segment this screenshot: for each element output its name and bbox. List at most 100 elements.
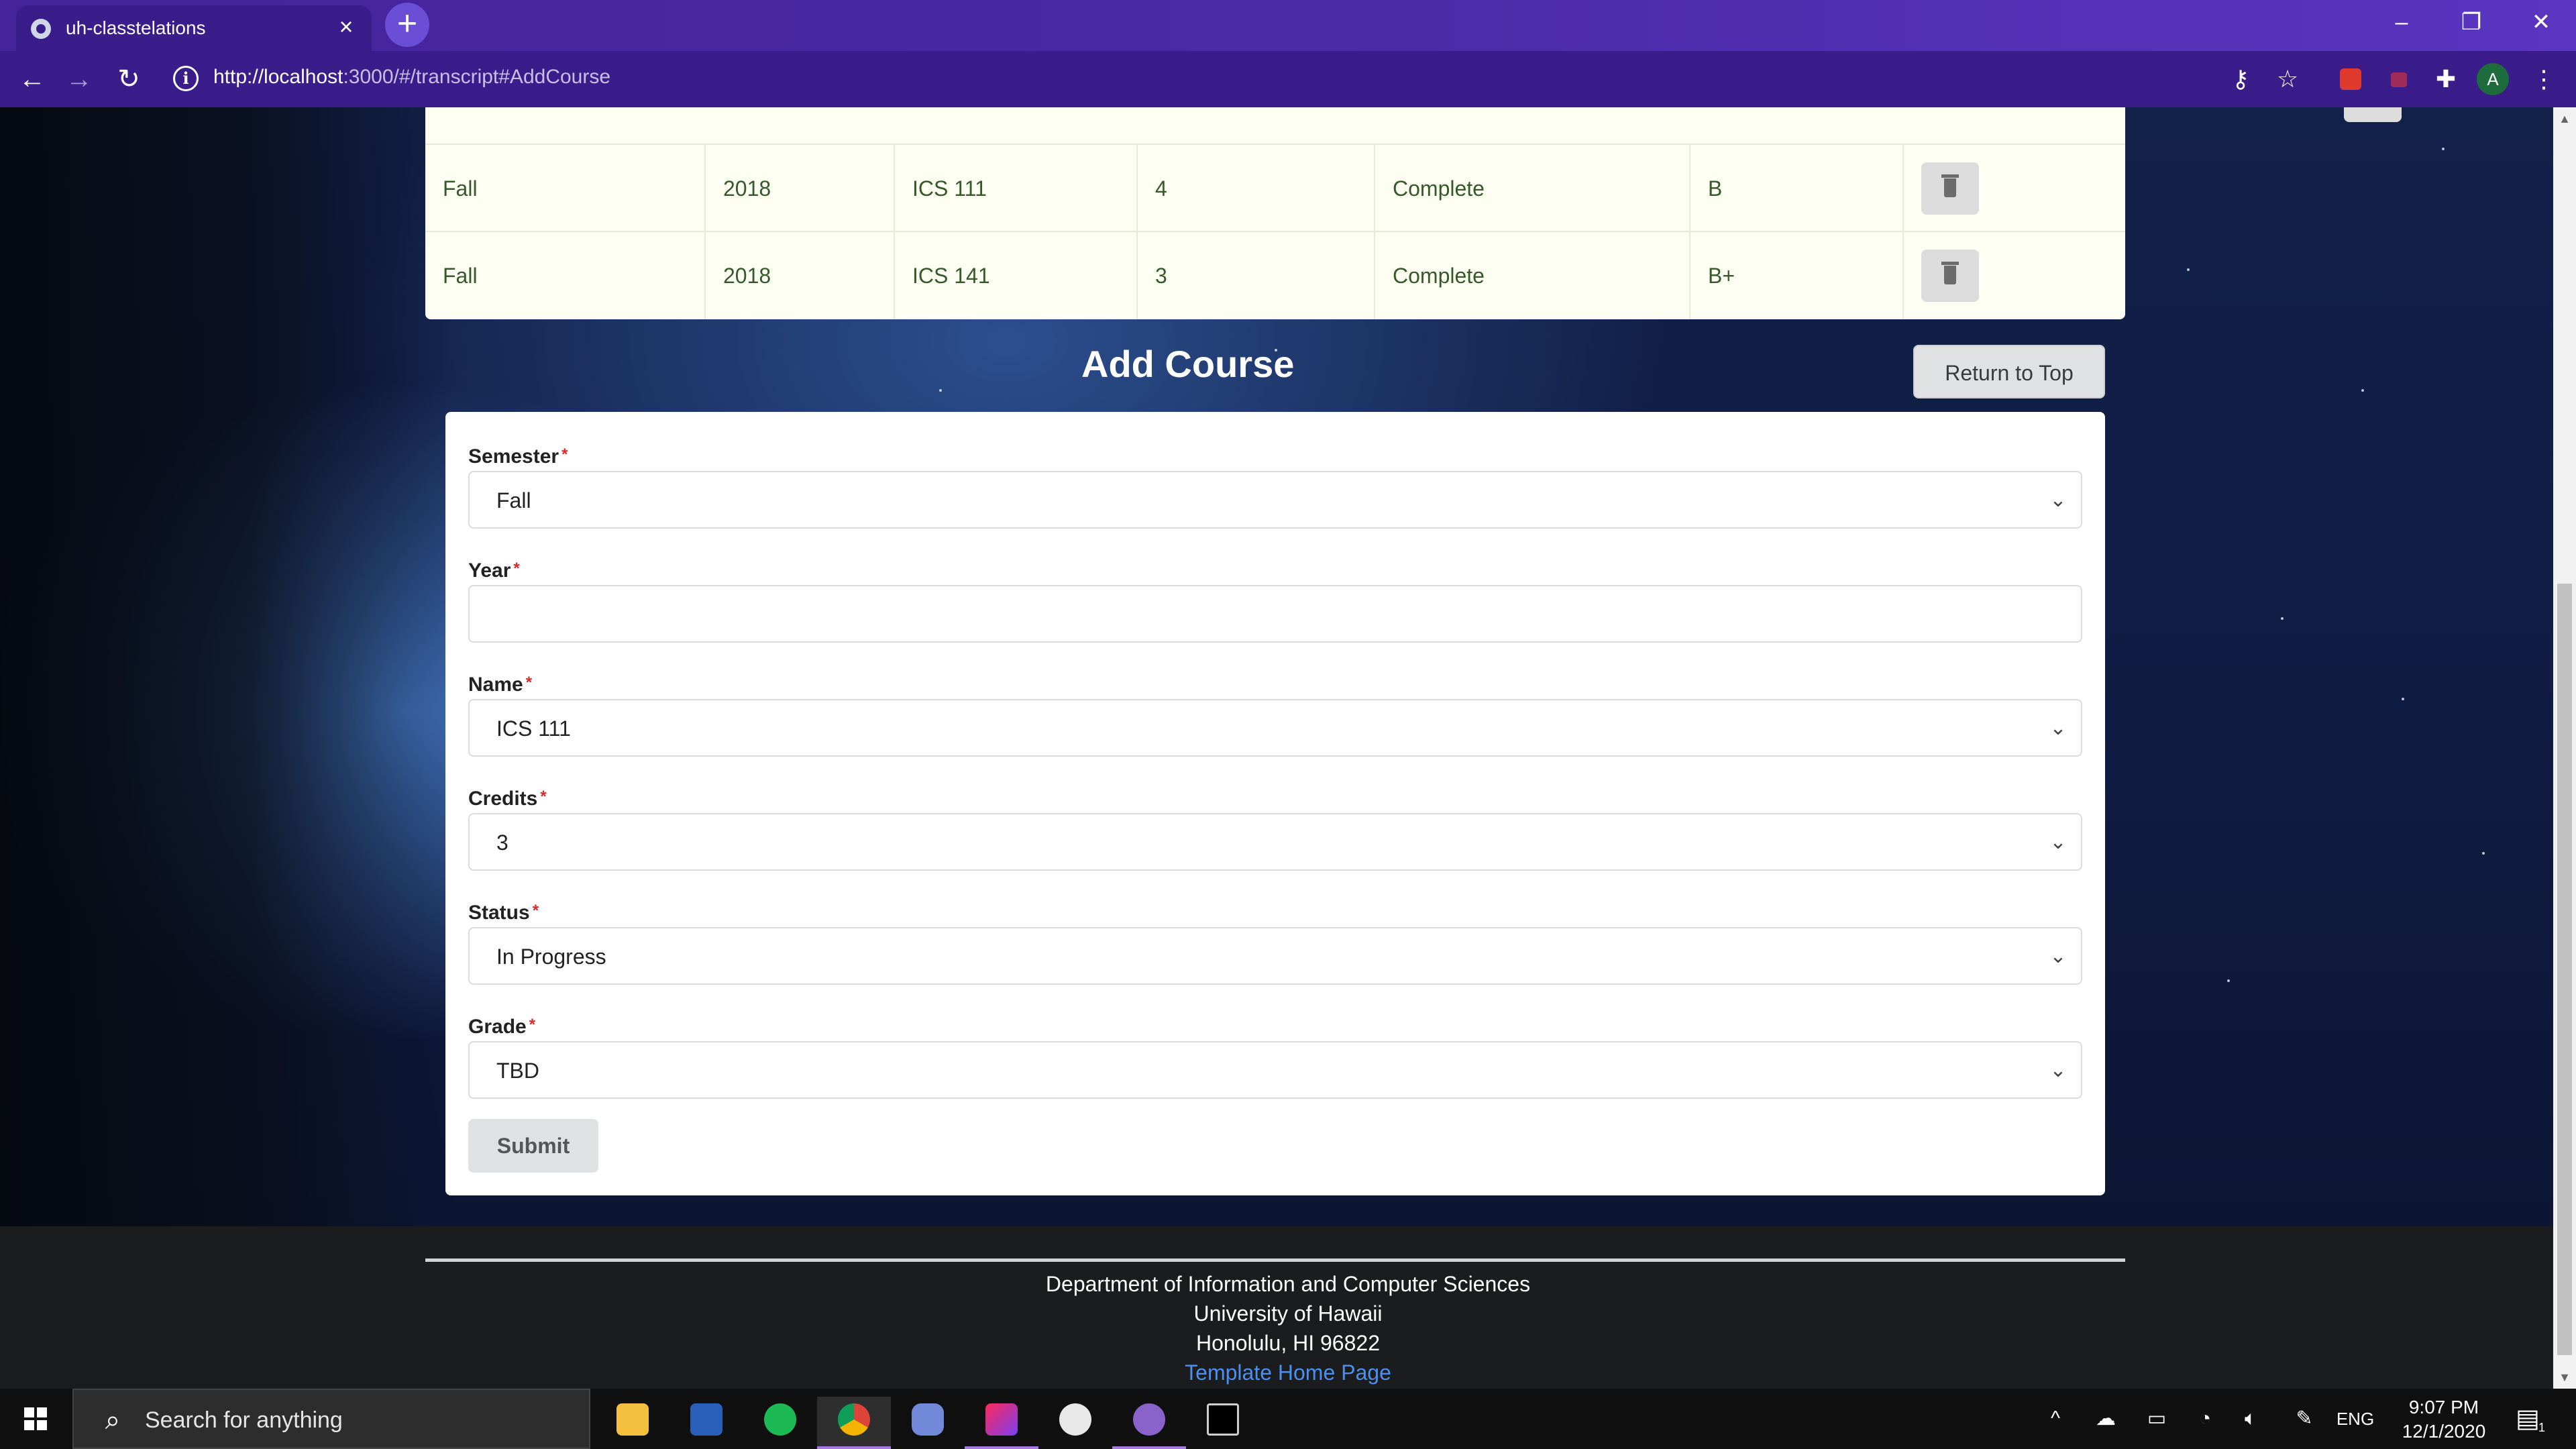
extension-icon[interactable] (2334, 63, 2367, 95)
running-indicator (965, 1446, 1038, 1449)
status-label: Status * (468, 902, 539, 924)
close-tab-icon[interactable]: × (333, 13, 360, 40)
required-marker: * (561, 445, 568, 464)
semester-label: Semester * (468, 445, 568, 468)
bookmark-star-icon[interactable]: ☆ (2271, 63, 2304, 95)
discord-app[interactable] (891, 1397, 965, 1449)
battery-icon[interactable]: ▭ (2140, 1403, 2174, 1434)
chrome-icon (838, 1403, 870, 1436)
word-icon (690, 1403, 722, 1436)
template-home-link[interactable]: Template Home Page (0, 1360, 2576, 1385)
extensions-puzzle-icon[interactable]: ✚ (2430, 63, 2462, 95)
language-indicator[interactable]: ENG (2332, 1403, 2379, 1434)
folder-icon (616, 1403, 649, 1436)
clock-time: 9:07 PM (2408, 1397, 2479, 1417)
required-marker: * (529, 1016, 536, 1034)
semester-select[interactable]: Fall ⌄ (468, 471, 2082, 529)
name-select[interactable]: ICS 111 ⌄ (468, 699, 2082, 757)
cell-year: 2018 (704, 232, 894, 319)
tree-silhouette (0, 107, 456, 1226)
spotify-icon (764, 1403, 796, 1436)
search-icon: ⌕ (105, 1405, 121, 1435)
volume-icon[interactable]: 🔈︎ (2234, 1403, 2267, 1434)
onedrive-cloud-icon[interactable]: ☁ (2089, 1403, 2123, 1434)
clock-app[interactable] (1038, 1397, 1112, 1449)
reload-button[interactable]: ↻ (110, 60, 148, 98)
footer-university: University of Hawaii (1193, 1301, 1383, 1326)
trash-icon[interactable] (1921, 162, 1979, 215)
chevron-down-icon: ⌄ (2049, 489, 2067, 511)
system-clock[interactable]: 9:07 PM 12/1/2020 (2395, 1395, 2493, 1444)
chevron-down-icon: ⌄ (2049, 831, 2067, 853)
password-key-icon[interactable]: ⚷ (2224, 63, 2257, 95)
chrome-app[interactable] (817, 1397, 891, 1449)
status-value: In Progress (496, 945, 606, 969)
minimize-window-button[interactable]: – (2368, 0, 2435, 44)
cell-year: 2018 (704, 145, 894, 232)
submit-button[interactable]: Submit (468, 1119, 598, 1173)
github-desktop-app[interactable] (1112, 1397, 1186, 1449)
terminal-app[interactable] (1186, 1397, 1260, 1449)
table-row: Fall 2018 ICS 141 3 Complete B+ (425, 231, 2125, 319)
restore-window-button[interactable]: ❐ (2438, 0, 2505, 44)
add-course-form: Semester * Fall ⌄ Year * Name * ICS 111 ⌄ C… (445, 412, 2105, 1195)
profile-avatar[interactable]: A (2477, 63, 2509, 95)
clock-date: 12/1/2020 (2402, 1421, 2486, 1442)
back-button[interactable]: ← (13, 60, 51, 98)
browser-toolbar: ← → ↻ i http://localhost:3000/#/transcri… (0, 51, 2576, 107)
url-path: :3000/#/transcript#AddCourse (343, 66, 611, 88)
intellij-app[interactable] (965, 1397, 1038, 1449)
spotify-app[interactable] (743, 1397, 817, 1449)
scrollbar-thumb[interactable] (2557, 584, 2572, 1355)
taskbar-search[interactable]: ⌕ Search for anything (72, 1389, 590, 1449)
search-placeholder: Search for anything (145, 1407, 343, 1433)
delete-row-button-partial[interactable] (2344, 107, 2402, 122)
return-to-top-button[interactable]: Return to Top (1913, 345, 2105, 398)
chevron-down-icon: ⌄ (2049, 717, 2067, 739)
extension-heart-icon[interactable] (2383, 63, 2415, 95)
footer-address: Honolulu, HI 96822 (1196, 1331, 1380, 1355)
cell-status: Complete (1374, 145, 1689, 232)
show-hidden-icons-icon[interactable]: ^ (2042, 1403, 2069, 1434)
cell-credits: 4 (1136, 145, 1374, 232)
required-marker: * (513, 559, 520, 578)
address-bar[interactable]: http://localhost:3000/#/transcript#AddCo… (213, 66, 610, 89)
notification-count: 1 (2538, 1421, 2545, 1434)
name-value: ICS 111 (496, 716, 571, 741)
transcript-table: Fall 2018 ICS 111 4 Complete B Fall 2018… (425, 107, 2402, 319)
status-select[interactable]: In Progress ⌄ (468, 927, 2082, 985)
word-app[interactable] (669, 1397, 743, 1449)
start-button[interactable] (0, 1389, 70, 1449)
site-favicon-icon (31, 19, 51, 39)
notification-center-icon[interactable]: ▤ 1 (2509, 1402, 2546, 1436)
year-label: Year * (468, 559, 520, 582)
cell-credits: 3 (1136, 232, 1374, 319)
credits-select[interactable]: 3 ⌄ (468, 813, 2082, 871)
forward-button[interactable]: → (60, 60, 98, 98)
trash-icon[interactable] (1921, 250, 1979, 302)
grade-value: TBD (496, 1059, 539, 1083)
file-explorer-app[interactable] (596, 1397, 669, 1449)
wifi-icon[interactable]: ◔ (2188, 1403, 2222, 1434)
browser-tab[interactable]: uh-classtelations × (16, 5, 372, 51)
site-info-icon[interactable]: i (173, 66, 199, 91)
grade-select[interactable]: TBD ⌄ (468, 1041, 2082, 1099)
year-input[interactable] (468, 585, 2082, 643)
scroll-up-icon[interactable]: ▲ (2553, 107, 2576, 130)
page-scrollbar[interactable]: ▲ ▼ (2553, 107, 2576, 1389)
windows-taskbar: ⌕ Search for anything ^ ☁ ▭ ◔ 🔈︎ ✎ ENG 9… (0, 1389, 2576, 1449)
discord-icon (912, 1403, 944, 1436)
running-indicator (1112, 1446, 1186, 1449)
new-tab-button[interactable]: + (385, 3, 429, 47)
footer-divider (425, 1258, 2125, 1262)
required-marker: * (532, 902, 539, 920)
close-window-button[interactable]: ✕ (2508, 0, 2575, 44)
footer-department: Department of Information and Computer S… (1045, 1272, 1531, 1296)
scroll-down-icon[interactable]: ▼ (2553, 1366, 2576, 1389)
chevron-down-icon: ⌄ (2049, 1059, 2067, 1081)
credits-value: 3 (496, 830, 508, 855)
pen-icon[interactable]: ✎ (2288, 1403, 2321, 1434)
clock-icon (1059, 1403, 1091, 1436)
browser-menu-icon[interactable]: ⋮ (2528, 63, 2560, 95)
cell-semester: Fall (443, 264, 478, 288)
